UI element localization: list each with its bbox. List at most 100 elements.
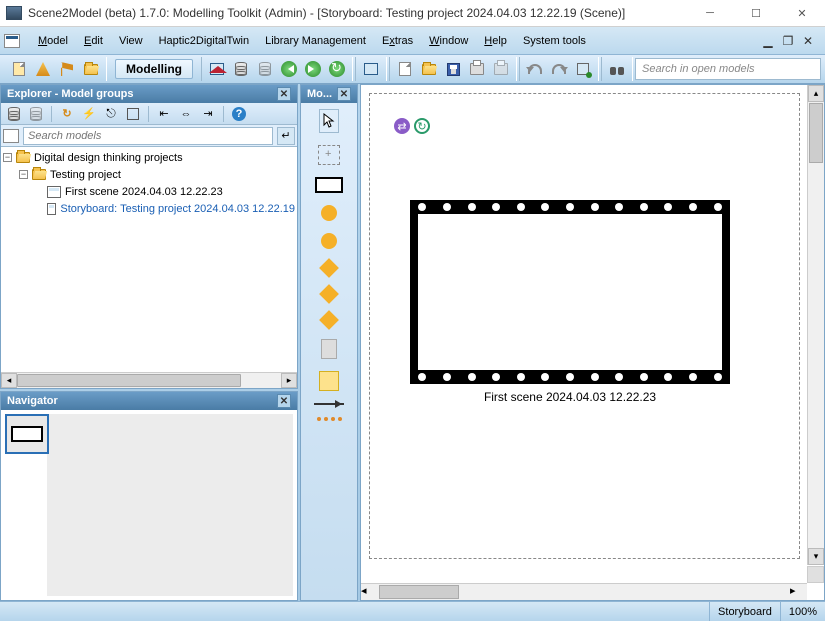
scroll-right-icon[interactable]: ▸: [790, 584, 807, 600]
menu-help[interactable]: Help: [476, 27, 515, 54]
scroll-corner: [807, 566, 824, 583]
toolbox-title-bar[interactable]: Mo... ✕: [301, 85, 357, 103]
scroll-thumb[interactable]: [379, 585, 459, 599]
tree-root[interactable]: − Digital design thinking projects: [3, 149, 295, 166]
scroll-right-icon[interactable]: ▸: [281, 373, 297, 388]
print-preview-icon[interactable]: [490, 58, 512, 80]
etb-refresh-icon[interactable]: ↻: [58, 105, 76, 123]
canvas-panel: ⇄ ↻ First scene 2024.04.03 12.22.23 ▴ ▾: [360, 84, 825, 601]
canvas[interactable]: ⇄ ↻ First scene 2024.04.03 12.22.23 ▴ ▾: [361, 85, 824, 583]
browser-icon[interactable]: [360, 58, 382, 80]
tool-frame[interactable]: [318, 145, 340, 165]
mdi-app-icon[interactable]: [4, 34, 20, 48]
tool-more[interactable]: [317, 417, 342, 421]
etb-connect-icon[interactable]: ⎋: [102, 105, 120, 123]
mdi-restore-button[interactable]: ❐: [781, 34, 795, 48]
explorer-title-bar[interactable]: Explorer - Model groups ✕: [1, 85, 297, 103]
book-icon[interactable]: [3, 129, 19, 143]
canvas-hscroll[interactable]: ◂ ▸: [361, 583, 807, 600]
back-icon[interactable]: [278, 58, 300, 80]
canvas-link-icon[interactable]: ⇄: [394, 118, 410, 134]
tool-scene[interactable]: [315, 177, 343, 193]
tool-circle-1[interactable]: [321, 205, 337, 221]
scroll-down-icon[interactable]: ▾: [808, 548, 824, 565]
home-icon[interactable]: [206, 58, 228, 80]
flag-icon[interactable]: [56, 58, 78, 80]
menu-haptic[interactable]: Haptic2DigitalTwin: [151, 27, 257, 54]
etb-center-icon[interactable]: ⇔: [177, 105, 195, 123]
etb-help-icon[interactable]: ?: [230, 105, 248, 123]
new-icon[interactable]: [8, 58, 30, 80]
explorer-tree[interactable]: − Digital design thinking projects − Tes…: [1, 147, 297, 372]
tool-note-grey[interactable]: [321, 339, 337, 359]
canvas-sync-icon[interactable]: ↻: [414, 118, 430, 134]
new-file-icon[interactable]: [394, 58, 416, 80]
status-mode[interactable]: Storyboard: [709, 602, 780, 621]
etb-bolt-icon[interactable]: ⚡: [80, 105, 98, 123]
tree-item-scene[interactable]: First scene 2024.04.03 12.22.23: [3, 183, 295, 200]
etb-settings-icon[interactable]: [124, 105, 142, 123]
menu-view[interactable]: View: [111, 27, 151, 54]
find-icon[interactable]: [606, 58, 628, 80]
scroll-thumb[interactable]: [809, 103, 823, 163]
navigator-close-icon[interactable]: ✕: [277, 394, 291, 408]
scroll-up-icon[interactable]: ▴: [808, 85, 824, 102]
undo-icon[interactable]: [524, 58, 546, 80]
explorer-search-input[interactable]: [23, 127, 273, 145]
etb-models-icon[interactable]: [27, 105, 45, 123]
minimize-button[interactable]: ─: [687, 0, 733, 26]
explorer-close-icon[interactable]: ✕: [277, 87, 291, 101]
menu-extras[interactable]: Extras: [374, 27, 421, 54]
tree-item-storyboard[interactable]: Storyboard: Testing project 2024.04.03 1…: [3, 200, 295, 217]
save-icon[interactable]: [442, 58, 464, 80]
tool-circle-2[interactable]: [321, 233, 337, 249]
navigator-viewport[interactable]: [5, 414, 49, 454]
menu-model[interactable]: Model: [30, 27, 76, 54]
mdi-minimize-button[interactable]: ▁: [761, 34, 775, 48]
tree-folder[interactable]: − Testing project: [3, 166, 295, 183]
menu-edit[interactable]: Edit: [76, 27, 111, 54]
maximize-button[interactable]: ☐: [733, 0, 779, 26]
etb-right-icon[interactable]: ⇥: [199, 105, 217, 123]
tool-note-yellow[interactable]: [319, 371, 339, 391]
tool-connector[interactable]: [314, 403, 344, 405]
menu-library[interactable]: Library Management: [257, 27, 374, 54]
tool-diamond-1[interactable]: [319, 258, 339, 278]
scroll-left-icon[interactable]: ◂: [361, 584, 378, 600]
explorer-title: Explorer - Model groups: [7, 88, 134, 100]
etb-left-icon[interactable]: ⇤: [155, 105, 173, 123]
search-input[interactable]: Search in open models: [635, 58, 821, 80]
mode-label[interactable]: Modelling: [115, 59, 193, 79]
tool-diamond-3[interactable]: [319, 310, 339, 330]
toolbox-title: Mo...: [307, 88, 332, 100]
forward-icon[interactable]: [302, 58, 324, 80]
open-file-icon[interactable]: [418, 58, 440, 80]
refresh-icon[interactable]: [326, 58, 348, 80]
redo-icon[interactable]: [548, 58, 570, 80]
scroll-left-icon[interactable]: ◂: [1, 373, 17, 388]
status-zoom[interactable]: 100%: [780, 602, 825, 621]
tool-diamond-2[interactable]: [319, 284, 339, 304]
nav-icon[interactable]: [572, 58, 594, 80]
etb-db-icon[interactable]: [5, 105, 23, 123]
tree-toggle[interactable]: −: [3, 153, 12, 162]
menu-system[interactable]: System tools: [515, 27, 594, 54]
explorer-hscroll[interactable]: ◂ ▸: [1, 372, 297, 388]
scene-element[interactable]: First scene 2024.04.03 12.22.23: [410, 200, 730, 404]
toolbox-close-icon[interactable]: ✕: [337, 87, 351, 101]
navigator-title-bar[interactable]: Navigator ✕: [1, 392, 297, 410]
close-button[interactable]: ✕: [779, 0, 825, 26]
canvas-vscroll[interactable]: ▴ ▾: [807, 85, 824, 565]
navigator-body[interactable]: [1, 410, 297, 600]
print-icon[interactable]: [466, 58, 488, 80]
database-icon[interactable]: [230, 58, 252, 80]
mdi-close-button[interactable]: ✕: [801, 34, 815, 48]
folder-icon[interactable]: [80, 58, 102, 80]
wizard-icon[interactable]: [32, 58, 54, 80]
scroll-thumb[interactable]: [17, 374, 241, 387]
stack-icon[interactable]: [254, 58, 276, 80]
tool-pointer[interactable]: [319, 109, 339, 133]
tree-toggle[interactable]: −: [19, 170, 28, 179]
menu-window[interactable]: Window: [421, 27, 476, 54]
explorer-search-go-icon[interactable]: ↵: [277, 127, 295, 145]
